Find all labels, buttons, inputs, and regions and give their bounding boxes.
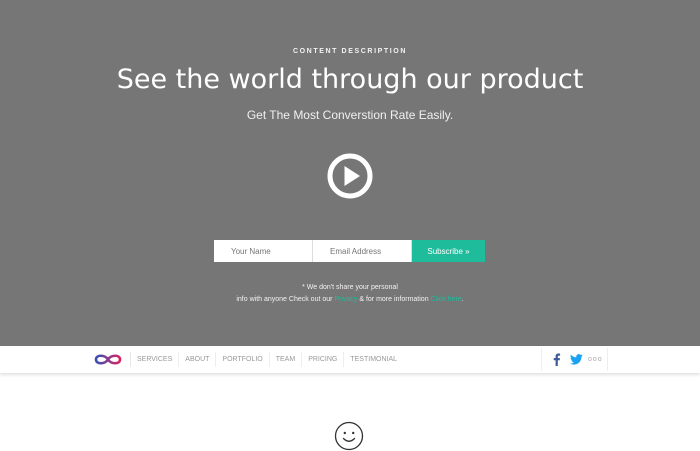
- privacy-note-mid: & for more information: [359, 296, 429, 303]
- more-dots[interactable]: ooo: [588, 356, 603, 363]
- hero-headline: See the world through our product: [116, 64, 584, 95]
- subscribe-button[interactable]: Subscribe »: [412, 240, 485, 262]
- social-links: ooo: [541, 348, 608, 371]
- nav-item-services[interactable]: SERVICES: [130, 352, 178, 367]
- navbar: SERVICES ABOUT PORTFOLIO TEAM PRICING TE…: [0, 346, 700, 373]
- hero-section: CONTENT DESCRIPTION See the world throug…: [0, 0, 700, 346]
- nav-item-pricing[interactable]: PRICING: [301, 352, 343, 367]
- play-circle-icon[interactable]: [327, 153, 373, 199]
- name-input[interactable]: [214, 240, 313, 262]
- nav-item-portfolio[interactable]: PORTFOLIO: [215, 352, 268, 367]
- main-nav: SERVICES ABOUT PORTFOLIO TEAM PRICING TE…: [130, 346, 403, 373]
- click-here-link[interactable]: Click here: [431, 296, 462, 303]
- privacy-note-line1: * We don't share your personal: [302, 284, 398, 291]
- privacy-note-end: .: [461, 296, 464, 303]
- infinity-logo[interactable]: [93, 352, 123, 367]
- nav-item-about[interactable]: ABOUT: [178, 352, 215, 367]
- facebook-icon[interactable]: [548, 352, 564, 368]
- privacy-note-prefix: info with anyone Check out our: [236, 296, 333, 303]
- nav-item-testimonial[interactable]: TESTIMONIAL: [343, 352, 403, 367]
- smiley-icon: [334, 421, 364, 451]
- nav-item-team[interactable]: TEAM: [268, 352, 301, 367]
- hero-eyebrow: CONTENT DESCRIPTION: [292, 48, 407, 55]
- privacy-link[interactable]: Privacy: [334, 296, 357, 303]
- privacy-note-line2: info with anyone Check out our Privacy &…: [0, 294, 700, 306]
- email-input[interactable]: [313, 240, 412, 262]
- twitter-icon[interactable]: [568, 352, 584, 368]
- hero-subline: Get The Most Converstion Rate Easily.: [246, 108, 454, 122]
- subscribe-form: Subscribe »: [214, 240, 485, 262]
